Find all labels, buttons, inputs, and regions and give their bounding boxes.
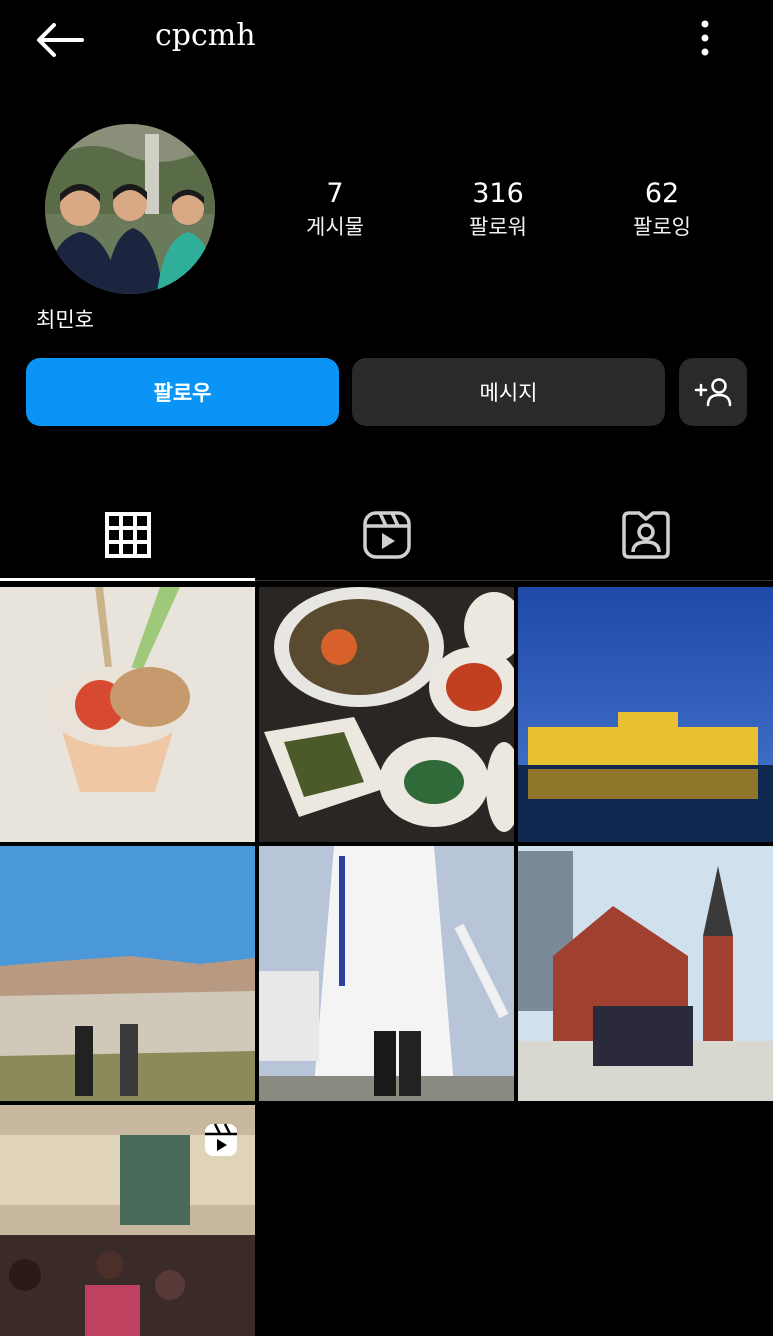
active-tab-indicator	[0, 578, 255, 581]
back-arrow-icon[interactable]	[34, 20, 86, 60]
profile-username: cpcmh	[155, 18, 256, 53]
post-thumbnail[interactable]	[0, 1105, 255, 1336]
post-thumbnail[interactable]	[0, 846, 255, 1101]
followers-count: 316	[472, 178, 524, 209]
stat-following[interactable]: 62 팔로잉	[592, 176, 732, 242]
post-thumbnail[interactable]	[518, 587, 773, 842]
tab-reels[interactable]	[259, 490, 514, 580]
tab-posts-grid[interactable]	[0, 490, 255, 580]
posts-label: 게시물	[306, 215, 364, 239]
add-user-button[interactable]	[679, 358, 747, 426]
display-name: 최민호	[36, 308, 94, 332]
reel-badge-icon	[205, 1123, 237, 1156]
post-thumbnail[interactable]	[0, 587, 255, 842]
follow-button[interactable]: 팔로우	[26, 358, 339, 426]
posts-count: 7	[326, 178, 344, 209]
following-count: 62	[644, 178, 680, 209]
post-thumbnail[interactable]	[518, 846, 773, 1101]
tab-tagged[interactable]	[518, 490, 773, 580]
post-thumbnail[interactable]	[259, 587, 514, 842]
add-user-icon	[694, 378, 732, 407]
stat-posts: 7 게시물	[265, 176, 405, 242]
stat-followers[interactable]: 316 팔로워	[428, 176, 568, 242]
followers-label: 팔로워	[469, 215, 527, 239]
more-options-icon[interactable]	[690, 16, 720, 60]
grid-icon	[104, 512, 151, 558]
reels-icon	[362, 511, 411, 559]
message-button[interactable]: 메시지	[352, 358, 665, 426]
following-label: 팔로잉	[633, 215, 691, 239]
tagged-user-icon	[621, 511, 670, 559]
post-thumbnail[interactable]	[259, 846, 514, 1101]
avatar[interactable]	[45, 124, 215, 294]
